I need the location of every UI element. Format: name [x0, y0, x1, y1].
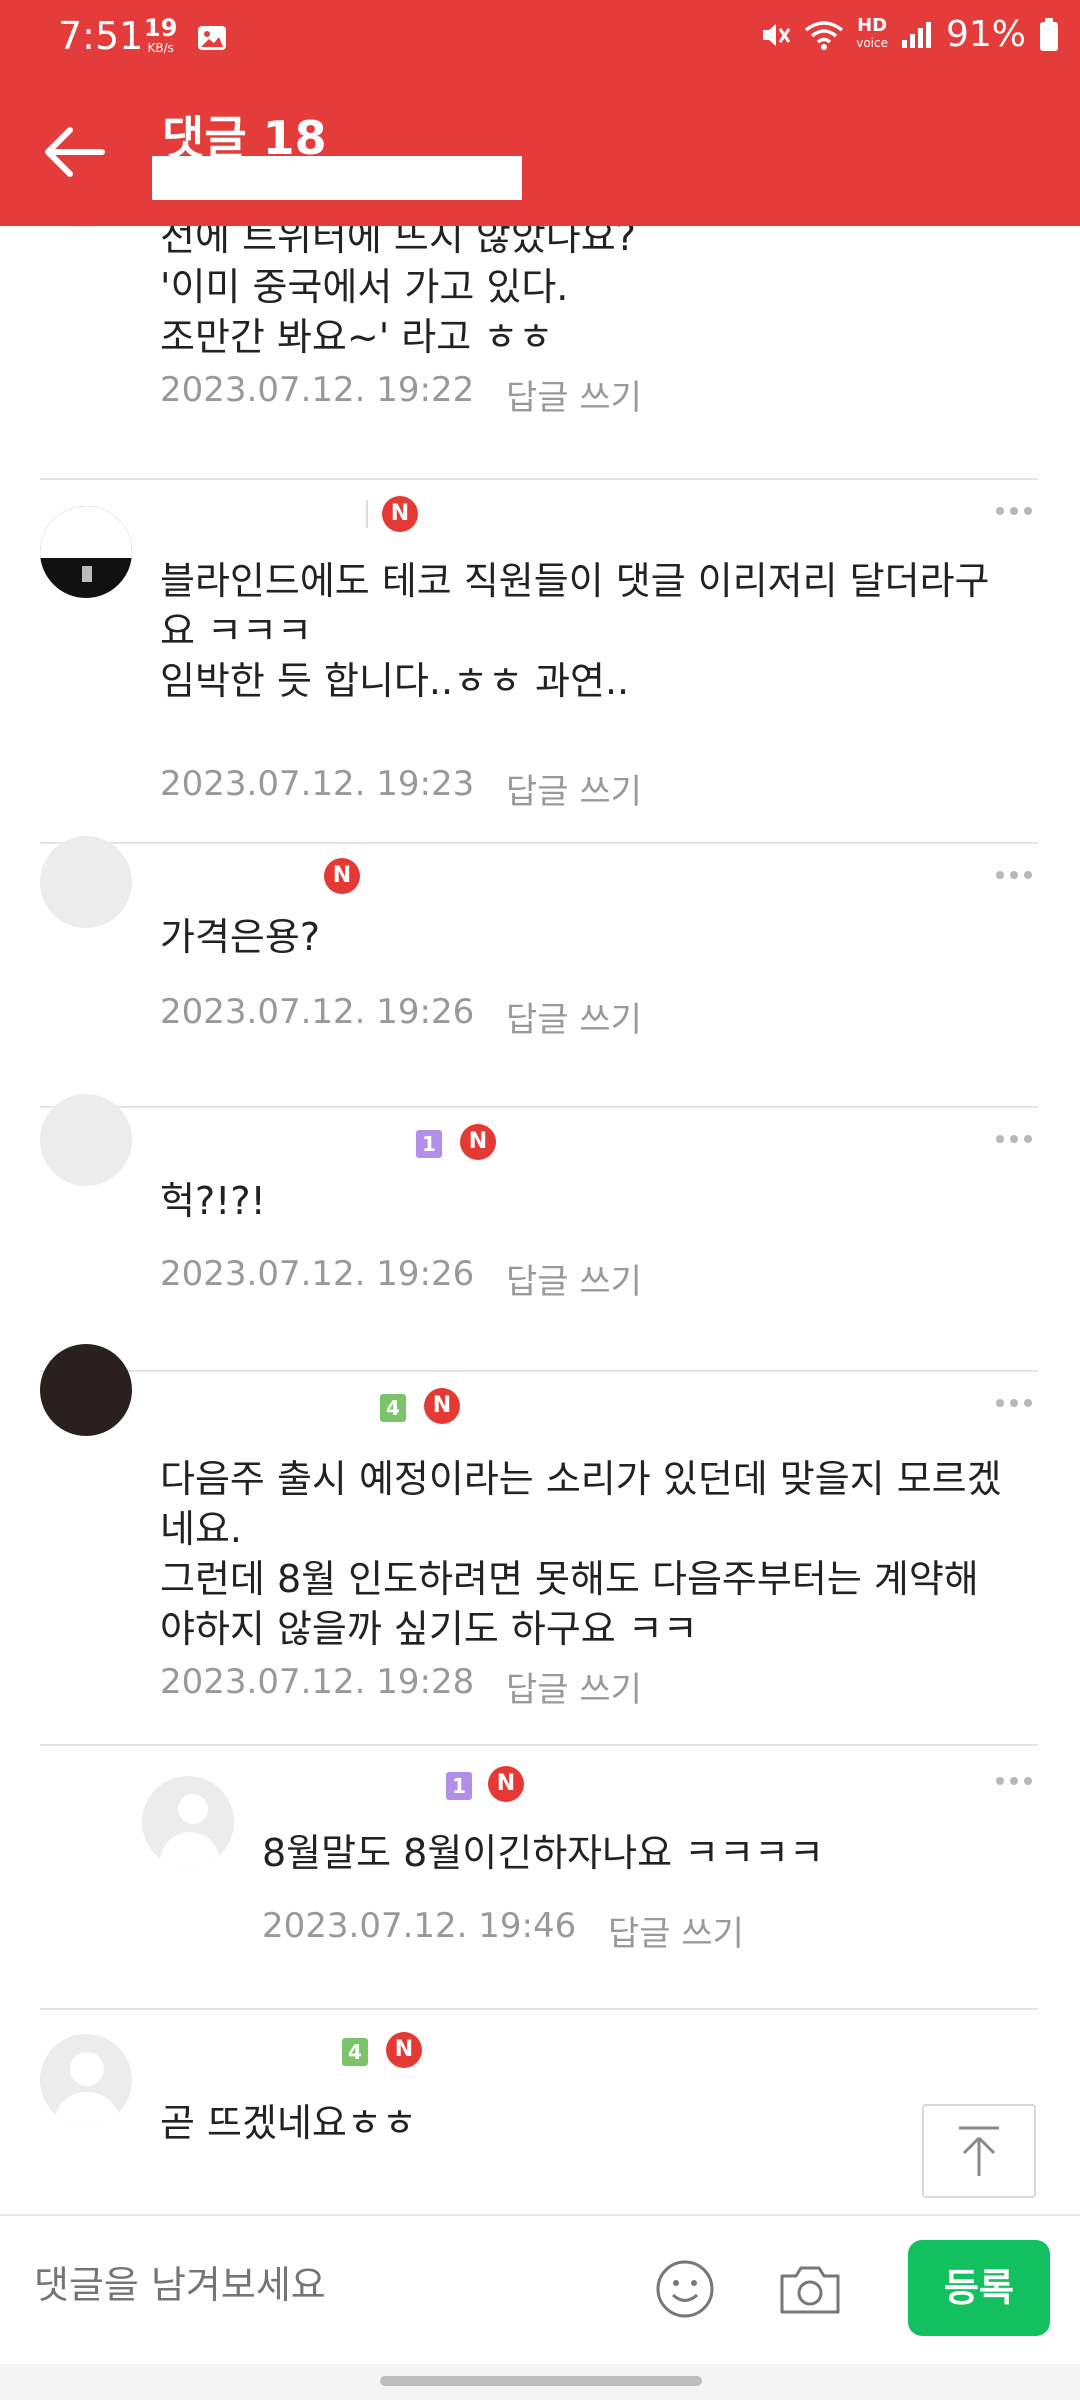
avatar[interactable] [142, 1776, 234, 1868]
new-badge: N [386, 2032, 422, 2068]
comment-date: 2023.07.12. 19:28 [160, 1662, 475, 1702]
wifi-icon [805, 20, 844, 50]
network-speed: 19 KB/s [144, 14, 178, 55]
comment-date: 2023.07.12. 19:26 [160, 1254, 475, 1294]
avatar[interactable] [40, 506, 132, 598]
comment-date: 2023.07.12. 19:46 [262, 1906, 577, 1946]
divider [40, 2008, 1038, 2010]
more-options-icon[interactable] [996, 1128, 1042, 1148]
reply-link[interactable]: 답글 쓰기 [608, 1906, 744, 1955]
arrow-left-icon[interactable] [40, 122, 110, 182]
divider [40, 1744, 1038, 1746]
avatar[interactable] [40, 1344, 132, 1436]
new-badge: N [488, 1766, 524, 1802]
status-time: 7:51 [58, 14, 144, 58]
camera-icon[interactable] [776, 2258, 844, 2320]
divider [40, 478, 1038, 480]
level-badge: 4 [380, 1394, 406, 1422]
comment-list[interactable]: 전에 트위터에 뜨지 않았나요? '이미 중국에서 가고 있다. 조만간 봐요~… [0, 226, 1080, 2214]
redacted-subtitle [152, 156, 522, 200]
gallery-notification-icon [198, 26, 226, 50]
level-badge: 1 [416, 1130, 442, 1158]
avatar[interactable] [40, 2034, 132, 2126]
comment-text: 다음주 출시 예정이라는 소리가 있던데 맞을지 모르겠 네요. 그런데 8월 … [160, 1457, 1002, 1651]
new-badge: N [424, 1388, 460, 1424]
hd-voice-indicator: HD voice [856, 15, 888, 51]
comment-text: 8월말도 8월이긴하자나요 ㅋㅋㅋㅋ [262, 1831, 824, 1875]
comment-input[interactable] [32, 2262, 636, 2308]
new-badge: N [460, 1124, 496, 1160]
more-options-icon[interactable] [996, 864, 1042, 884]
divider [40, 1370, 1038, 1372]
app-bar: 댓글 18 [0, 78, 1080, 226]
comment-date: 2023.07.12. 19:23 [160, 764, 475, 804]
comment-text: 전에 트위터에 뜨지 않았나요? '이미 중국에서 가고 있다. 조만간 봐요~… [160, 226, 636, 359]
navigation-bar [0, 2364, 1080, 2400]
avatar[interactable] [40, 226, 132, 228]
new-badge: N [382, 496, 418, 532]
submit-button[interactable]: 등록 [908, 2240, 1050, 2336]
new-badge: N [324, 858, 360, 894]
reply-link[interactable]: 답글 쓰기 [506, 1254, 642, 1303]
emoji-icon[interactable] [654, 2258, 716, 2320]
comment-text: 블라인드에도 테코 직원들이 댓글 이리저리 달더라구 요 ㅋㅋㅋ 임박한 듯 … [160, 559, 990, 703]
signal-icon [901, 21, 931, 48]
more-options-icon[interactable] [996, 1770, 1042, 1790]
arrow-up-icon [959, 2126, 999, 2176]
status-bar: 7:51 19 KB/s HD voice 91% [0, 0, 1080, 78]
home-indicator[interactable] [380, 2376, 702, 2386]
more-options-icon[interactable] [996, 1392, 1042, 1412]
nickname-redacted [366, 500, 368, 528]
divider [40, 1106, 1038, 1108]
comment-text: 가격은용? [160, 915, 321, 959]
comment-text: 헉?!?! [160, 1179, 266, 1223]
battery-icon [1040, 17, 1058, 51]
comment-composer: 등록 [0, 2214, 1080, 2366]
divider [40, 842, 1038, 844]
level-badge: 1 [446, 1772, 472, 1800]
avatar[interactable] [40, 1094, 132, 1186]
scroll-to-top-button[interactable] [922, 2104, 1036, 2198]
comment-date: 2023.07.12. 19:22 [160, 370, 475, 410]
reply-link[interactable]: 답글 쓰기 [506, 370, 642, 419]
comment-date: 2023.07.12. 19:26 [160, 992, 475, 1032]
reply-link[interactable]: 답글 쓰기 [506, 764, 642, 813]
avatar[interactable] [40, 836, 132, 928]
mute-icon [763, 23, 791, 46]
more-options-icon[interactable] [996, 500, 1042, 520]
reply-link[interactable]: 답글 쓰기 [506, 1662, 642, 1711]
comment-text: 곧 뜨겠네요ㅎㅎ [160, 2101, 417, 2145]
reply-link[interactable]: 답글 쓰기 [506, 992, 642, 1041]
status-right-group: HD voice 91% [758, 14, 1060, 55]
level-badge: 4 [342, 2038, 368, 2066]
battery-percent: 91% [945, 14, 1026, 55]
